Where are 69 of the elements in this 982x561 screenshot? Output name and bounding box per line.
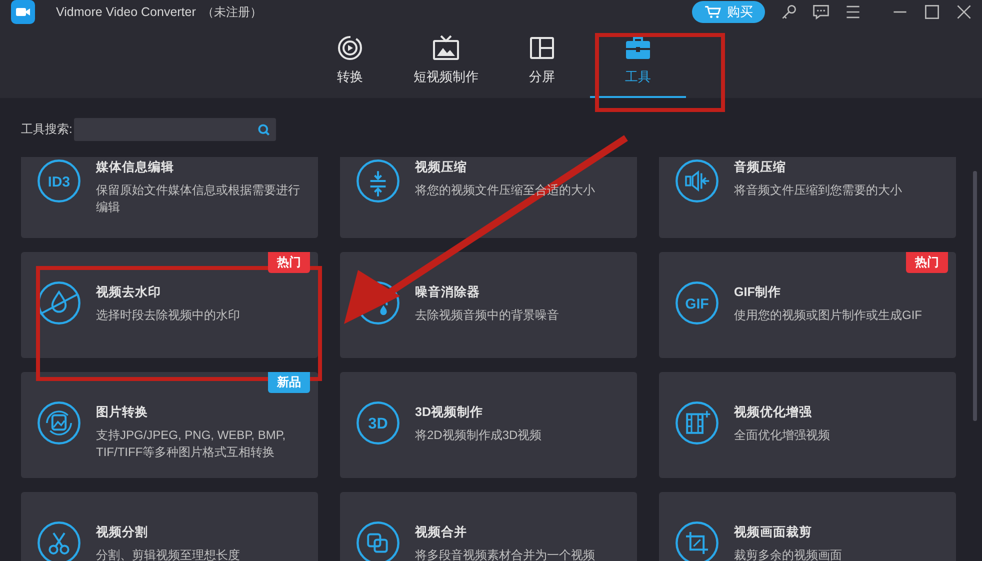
tag-label: 热门	[906, 252, 948, 273]
tool-title: 视频压缩	[415, 159, 468, 176]
tool-description: 使用您的视频或图片制作或生成GIF	[734, 307, 922, 324]
water-drop-icon	[37, 281, 81, 325]
key-icon[interactable]	[780, 3, 798, 21]
search-icon[interactable]	[257, 122, 272, 136]
tool-description: 裁剪多余的视频画面	[734, 547, 842, 561]
tool-description: 保留原始文件媒体信息或根据需要进行编辑	[96, 182, 301, 216]
nav-tab[interactable]: 短视频制作	[398, 24, 494, 98]
split-screen-icon	[528, 34, 556, 62]
film-sparkle-icon	[675, 401, 719, 445]
tool-description: 选择时段去除视频中的水印	[96, 307, 240, 324]
tool-description: 将2D视频制作成3D视频	[415, 427, 542, 444]
tv-icon	[432, 34, 460, 62]
compress-icon	[356, 159, 400, 203]
tool-description: 全面优化增强视频	[734, 427, 830, 444]
close-icon[interactable]	[955, 3, 973, 21]
tool-card[interactable]: 视频合并 将多段音视频素材合并为一个视频	[340, 492, 637, 561]
search-label: 工具搜索:	[21, 121, 72, 138]
chat-icon[interactable]	[812, 3, 830, 21]
tool-card[interactable]: 视频分割 分割、剪辑视频至理想长度	[21, 492, 318, 561]
tool-card[interactable]: 音频压缩 将音频文件压缩到您需要的大小	[659, 157, 956, 238]
nav-tab[interactable]: 分屏	[494, 24, 590, 98]
tool-title: 视频分割	[96, 524, 149, 541]
tool-title: 3D视频制作	[415, 404, 484, 421]
tool-card[interactable]: ID3 媒体信息编辑 保留原始文件媒体信息或根据需要进行编辑	[21, 157, 318, 238]
speaker-icon	[675, 159, 719, 203]
tool-card[interactable]: 热门 视频去水印 选择时段去除视频中的水印	[21, 252, 318, 358]
tool-description: 去除视频音频中的背景噪音	[415, 307, 559, 324]
cart-icon	[704, 5, 722, 19]
app-logo-icon	[10, 0, 36, 24]
arrow-circle-icon	[336, 34, 364, 62]
badge-circle-icon: ID3	[37, 159, 81, 203]
tool-description: 分割、剪辑视频至理想长度	[96, 547, 240, 561]
tool-title: 视频画面裁剪	[734, 524, 813, 541]
merge-icon	[356, 521, 400, 561]
tool-card[interactable]: 热门 GIF GIF制作 使用您的视频或图片制作或生成GIF	[659, 252, 956, 358]
search-field[interactable]	[74, 118, 276, 141]
nav-tab[interactable]: 转换	[302, 24, 398, 98]
tool-title: 噪音消除器	[415, 284, 481, 301]
tool-title: GIF制作	[734, 284, 782, 301]
tag-label: 热门	[268, 252, 310, 273]
tool-description: 支持JPG/JPEG, PNG, WEBP, BMP, TIF/TIFF等多种图片格式互相转换	[96, 427, 287, 461]
tool-card[interactable]: 新品 图片转换 支持JPG/JPEG, PNG, WEBP, BMP, TIF/TIFF等多种图片格式互相转换	[21, 372, 318, 478]
nav-tab[interactable]: 工具	[590, 24, 686, 98]
tool-card[interactable]: 噪音消除器 去除视频音频中的背景噪音	[340, 252, 637, 358]
maximize-icon[interactable]	[923, 3, 941, 21]
tool-card[interactable]: 视频画面裁剪 裁剪多余的视频画面	[659, 492, 956, 561]
menu-icon[interactable]	[844, 3, 862, 21]
window-title: Vidmore Video Converter	[56, 5, 196, 19]
tool-description: 将多段音视频素材合并为一个视频	[415, 547, 595, 561]
scrollbar[interactable]	[973, 171, 977, 421]
toolbox-icon	[624, 34, 652, 62]
crop-icon	[675, 521, 719, 561]
tool-title: 媒体信息编辑	[96, 159, 175, 176]
tool-description: 将音频文件压缩到您需要的大小	[734, 182, 902, 199]
tool-title: 视频优化增强	[734, 404, 813, 421]
tool-title: 图片转换	[96, 404, 149, 421]
image-convert-icon	[37, 401, 81, 445]
tool-title: 音频压缩	[734, 159, 787, 176]
registration-status: （未注册）	[202, 4, 262, 20]
tool-title: 视频合并	[415, 524, 468, 541]
badge-circle-icon: GIF	[675, 281, 719, 325]
badge-circle-icon: 3D	[356, 401, 400, 445]
tool-title: 视频去水印	[96, 284, 162, 301]
tool-card[interactable]: 视频优化增强 全面优化增强视频	[659, 372, 956, 478]
scissors-icon	[37, 521, 81, 561]
tag-label: 新品	[268, 372, 310, 393]
tool-card[interactable]: 3D 3D视频制作 将2D视频制作成3D视频	[340, 372, 637, 478]
